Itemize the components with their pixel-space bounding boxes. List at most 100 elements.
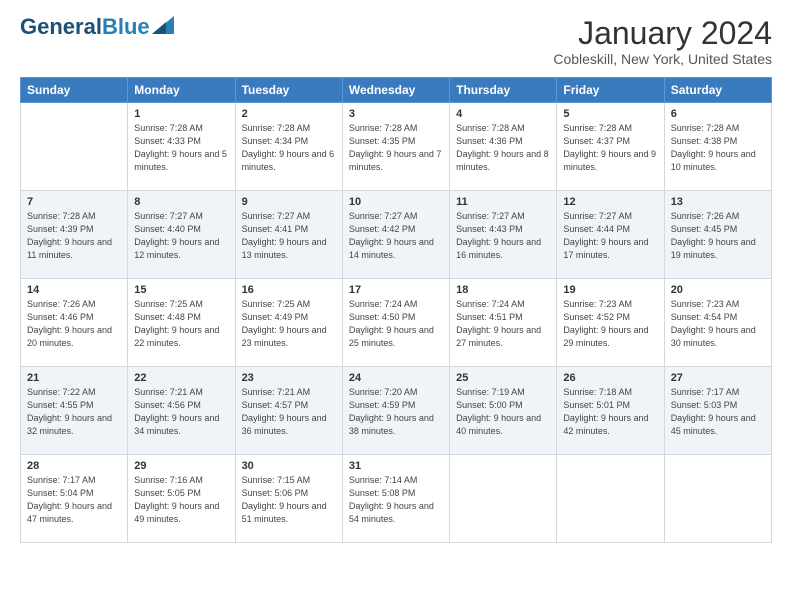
day-info: Sunrise: 7:28 AMSunset: 4:36 PMDaylight:… <box>456 123 549 172</box>
table-row: 17 Sunrise: 7:24 AMSunset: 4:50 PMDaylig… <box>342 279 449 367</box>
day-info: Sunrise: 7:21 AMSunset: 4:56 PMDaylight:… <box>134 387 219 436</box>
day-number: 9 <box>242 196 336 208</box>
day-number: 7 <box>27 196 121 208</box>
table-row: 25 Sunrise: 7:19 AMSunset: 5:00 PMDaylig… <box>450 367 557 455</box>
day-number: 26 <box>563 372 657 384</box>
table-row: 31 Sunrise: 7:14 AMSunset: 5:08 PMDaylig… <box>342 455 449 543</box>
header-thursday: Thursday <box>450 78 557 103</box>
table-row: 12 Sunrise: 7:27 AMSunset: 4:44 PMDaylig… <box>557 191 664 279</box>
calendar-week-row: 14 Sunrise: 7:26 AMSunset: 4:46 PMDaylig… <box>21 279 772 367</box>
table-row: 2 Sunrise: 7:28 AMSunset: 4:34 PMDayligh… <box>235 103 342 191</box>
day-number: 6 <box>671 108 765 120</box>
day-info: Sunrise: 7:16 AMSunset: 5:05 PMDaylight:… <box>134 475 219 524</box>
table-row: 10 Sunrise: 7:27 AMSunset: 4:42 PMDaylig… <box>342 191 449 279</box>
table-row: 9 Sunrise: 7:27 AMSunset: 4:41 PMDayligh… <box>235 191 342 279</box>
calendar-week-row: 28 Sunrise: 7:17 AMSunset: 5:04 PMDaylig… <box>21 455 772 543</box>
header-wednesday: Wednesday <box>342 78 449 103</box>
day-info: Sunrise: 7:21 AMSunset: 4:57 PMDaylight:… <box>242 387 327 436</box>
day-number: 25 <box>456 372 550 384</box>
day-number: 13 <box>671 196 765 208</box>
day-number: 11 <box>456 196 550 208</box>
day-info: Sunrise: 7:26 AMSunset: 4:46 PMDaylight:… <box>27 299 112 348</box>
day-info: Sunrise: 7:27 AMSunset: 4:41 PMDaylight:… <box>242 211 327 260</box>
day-info: Sunrise: 7:27 AMSunset: 4:40 PMDaylight:… <box>134 211 219 260</box>
day-info: Sunrise: 7:17 AMSunset: 5:04 PMDaylight:… <box>27 475 112 524</box>
day-info: Sunrise: 7:14 AMSunset: 5:08 PMDaylight:… <box>349 475 434 524</box>
table-row: 27 Sunrise: 7:17 AMSunset: 5:03 PMDaylig… <box>664 367 771 455</box>
day-info: Sunrise: 7:18 AMSunset: 5:01 PMDaylight:… <box>563 387 648 436</box>
table-row: 4 Sunrise: 7:28 AMSunset: 4:36 PMDayligh… <box>450 103 557 191</box>
header-friday: Friday <box>557 78 664 103</box>
header-tuesday: Tuesday <box>235 78 342 103</box>
table-row: 6 Sunrise: 7:28 AMSunset: 4:38 PMDayligh… <box>664 103 771 191</box>
day-info: Sunrise: 7:15 AMSunset: 5:06 PMDaylight:… <box>242 475 327 524</box>
table-row: 29 Sunrise: 7:16 AMSunset: 5:05 PMDaylig… <box>128 455 235 543</box>
day-info: Sunrise: 7:28 AMSunset: 4:35 PMDaylight:… <box>349 123 442 172</box>
table-row: 23 Sunrise: 7:21 AMSunset: 4:57 PMDaylig… <box>235 367 342 455</box>
day-number: 21 <box>27 372 121 384</box>
table-row: 21 Sunrise: 7:22 AMSunset: 4:55 PMDaylig… <box>21 367 128 455</box>
day-info: Sunrise: 7:27 AMSunset: 4:42 PMDaylight:… <box>349 211 434 260</box>
calendar-table: Sunday Monday Tuesday Wednesday Thursday… <box>20 77 772 543</box>
day-number: 22 <box>134 372 228 384</box>
day-info: Sunrise: 7:22 AMSunset: 4:55 PMDaylight:… <box>27 387 112 436</box>
table-row <box>664 455 771 543</box>
day-number: 30 <box>242 460 336 472</box>
day-info: Sunrise: 7:28 AMSunset: 4:34 PMDaylight:… <box>242 123 335 172</box>
table-row: 22 Sunrise: 7:21 AMSunset: 4:56 PMDaylig… <box>128 367 235 455</box>
table-row: 7 Sunrise: 7:28 AMSunset: 4:39 PMDayligh… <box>21 191 128 279</box>
calendar-week-row: 1 Sunrise: 7:28 AMSunset: 4:33 PMDayligh… <box>21 103 772 191</box>
day-info: Sunrise: 7:23 AMSunset: 4:54 PMDaylight:… <box>671 299 756 348</box>
day-number: 4 <box>456 108 550 120</box>
calendar-week-row: 7 Sunrise: 7:28 AMSunset: 4:39 PMDayligh… <box>21 191 772 279</box>
table-row: 26 Sunrise: 7:18 AMSunset: 5:01 PMDaylig… <box>557 367 664 455</box>
day-number: 8 <box>134 196 228 208</box>
table-row: 18 Sunrise: 7:24 AMSunset: 4:51 PMDaylig… <box>450 279 557 367</box>
day-number: 17 <box>349 284 443 296</box>
day-info: Sunrise: 7:27 AMSunset: 4:44 PMDaylight:… <box>563 211 648 260</box>
table-row: 19 Sunrise: 7:23 AMSunset: 4:52 PMDaylig… <box>557 279 664 367</box>
table-row: 28 Sunrise: 7:17 AMSunset: 5:04 PMDaylig… <box>21 455 128 543</box>
day-info: Sunrise: 7:28 AMSunset: 4:38 PMDaylight:… <box>671 123 756 172</box>
table-row: 15 Sunrise: 7:25 AMSunset: 4:48 PMDaylig… <box>128 279 235 367</box>
day-info: Sunrise: 7:20 AMSunset: 4:59 PMDaylight:… <box>349 387 434 436</box>
day-number: 20 <box>671 284 765 296</box>
table-row: 8 Sunrise: 7:27 AMSunset: 4:40 PMDayligh… <box>128 191 235 279</box>
day-number: 24 <box>349 372 443 384</box>
table-row: 1 Sunrise: 7:28 AMSunset: 4:33 PMDayligh… <box>128 103 235 191</box>
table-row: 16 Sunrise: 7:25 AMSunset: 4:49 PMDaylig… <box>235 279 342 367</box>
day-number: 16 <box>242 284 336 296</box>
table-row: 24 Sunrise: 7:20 AMSunset: 4:59 PMDaylig… <box>342 367 449 455</box>
header-sunday: Sunday <box>21 78 128 103</box>
day-info: Sunrise: 7:28 AMSunset: 4:37 PMDaylight:… <box>563 123 656 172</box>
table-row: 11 Sunrise: 7:27 AMSunset: 4:43 PMDaylig… <box>450 191 557 279</box>
weekday-header-row: Sunday Monday Tuesday Wednesday Thursday… <box>21 78 772 103</box>
day-number: 2 <box>242 108 336 120</box>
day-info: Sunrise: 7:19 AMSunset: 5:00 PMDaylight:… <box>456 387 541 436</box>
table-row <box>450 455 557 543</box>
day-number: 5 <box>563 108 657 120</box>
table-row <box>21 103 128 191</box>
header-monday: Monday <box>128 78 235 103</box>
day-number: 27 <box>671 372 765 384</box>
day-number: 31 <box>349 460 443 472</box>
day-info: Sunrise: 7:17 AMSunset: 5:03 PMDaylight:… <box>671 387 756 436</box>
month-title: January 2024 <box>553 16 772 51</box>
table-row: 3 Sunrise: 7:28 AMSunset: 4:35 PMDayligh… <box>342 103 449 191</box>
day-info: Sunrise: 7:28 AMSunset: 4:33 PMDaylight:… <box>134 123 227 172</box>
table-row <box>557 455 664 543</box>
title-block: January 2024 Cobleskill, New York, Unite… <box>553 16 772 67</box>
day-number: 12 <box>563 196 657 208</box>
day-number: 10 <box>349 196 443 208</box>
table-row: 30 Sunrise: 7:15 AMSunset: 5:06 PMDaylig… <box>235 455 342 543</box>
day-info: Sunrise: 7:25 AMSunset: 4:48 PMDaylight:… <box>134 299 219 348</box>
day-number: 18 <box>456 284 550 296</box>
table-row: 13 Sunrise: 7:26 AMSunset: 4:45 PMDaylig… <box>664 191 771 279</box>
day-number: 23 <box>242 372 336 384</box>
logo-text: GeneralBlue <box>20 16 150 38</box>
calendar-week-row: 21 Sunrise: 7:22 AMSunset: 4:55 PMDaylig… <box>21 367 772 455</box>
day-number: 1 <box>134 108 228 120</box>
day-number: 14 <box>27 284 121 296</box>
header-saturday: Saturday <box>664 78 771 103</box>
day-info: Sunrise: 7:24 AMSunset: 4:50 PMDaylight:… <box>349 299 434 348</box>
